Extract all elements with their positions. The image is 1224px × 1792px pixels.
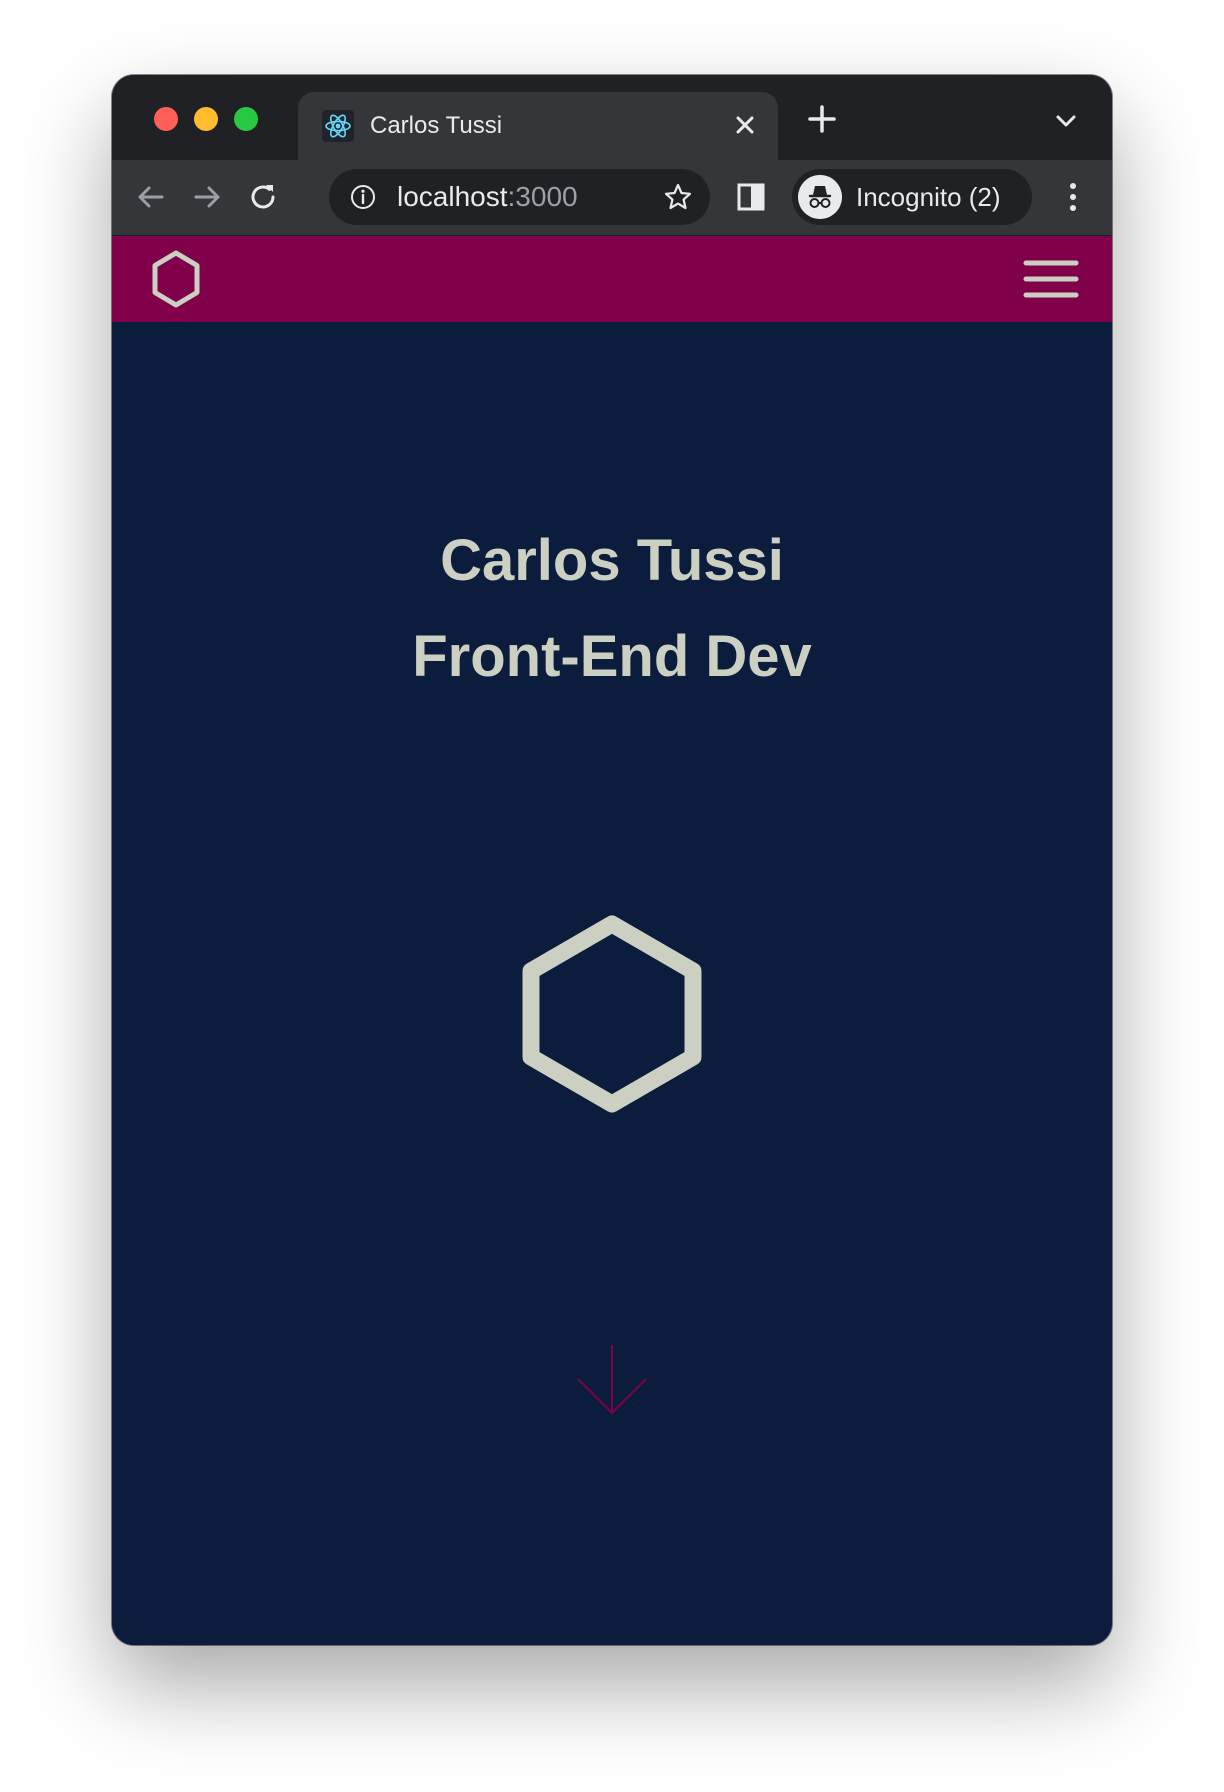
url-host: localhost xyxy=(397,181,508,212)
incognito-label: Incognito (2) xyxy=(856,182,1001,212)
back-arrow-icon[interactable] xyxy=(134,180,168,214)
arrow-down-icon[interactable] xyxy=(576,1343,648,1415)
hero-name: Carlos Tussi xyxy=(440,528,784,593)
side-panel-icon[interactable] xyxy=(734,180,768,214)
bookmark-star-icon[interactable] xyxy=(662,181,694,213)
address-bar[interactable]: localhost:3000 xyxy=(329,169,710,225)
close-tab-icon[interactable] xyxy=(730,110,760,140)
site-navbar xyxy=(112,236,1112,322)
forward-arrow-icon[interactable] xyxy=(190,180,224,214)
incognito-icon xyxy=(798,175,842,219)
reload-icon[interactable] xyxy=(246,180,280,214)
url-port: :3000 xyxy=(507,181,578,212)
maximize-window-button[interactable] xyxy=(234,107,258,131)
more-options-icon[interactable] xyxy=(1058,178,1088,216)
react-icon xyxy=(322,110,354,142)
tab-strip: Carlos Tussi xyxy=(112,75,1112,160)
info-icon[interactable] xyxy=(349,183,377,211)
minimize-window-button[interactable] xyxy=(194,107,218,131)
tab-title: Carlos Tussi xyxy=(370,112,503,139)
page-viewport: Carlos Tussi Front-End Dev xyxy=(112,236,1112,1645)
hamburger-menu-icon[interactable] xyxy=(1022,256,1080,302)
chevron-down-icon[interactable] xyxy=(1052,107,1080,135)
hexagon-logo-icon xyxy=(522,915,702,1113)
new-tab-icon[interactable] xyxy=(805,102,839,136)
browser-toolbar: localhost:3000 Incognito (2) xyxy=(112,160,1112,236)
incognito-profile-button[interactable]: Incognito (2) xyxy=(792,169,1032,225)
url-text: localhost:3000 xyxy=(397,181,578,213)
hexagon-logo-icon[interactable] xyxy=(146,247,206,311)
browser-tab[interactable]: Carlos Tussi xyxy=(298,92,778,160)
close-window-button[interactable] xyxy=(154,107,178,131)
browser-window: Carlos Tussi localhost:3000 Incognito (2… xyxy=(112,75,1112,1645)
hero-role: Front-End Dev xyxy=(412,624,812,689)
